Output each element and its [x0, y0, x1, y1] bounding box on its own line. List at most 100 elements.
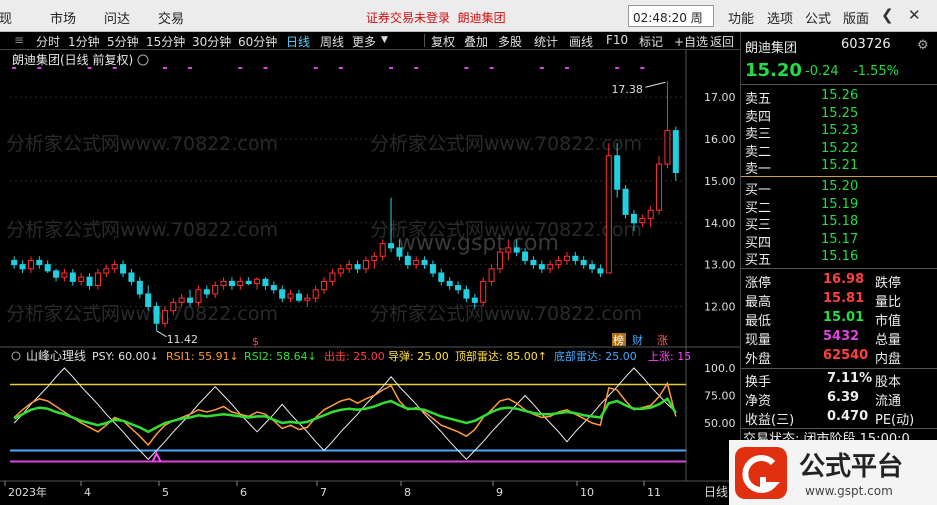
tool-draw[interactable]: 画线	[569, 33, 593, 50]
price-tick-label: 13.00	[704, 259, 736, 272]
candle-body	[496, 251, 503, 270]
menu-options[interactable]: 选项	[767, 8, 793, 27]
tool-back[interactable]: 返回	[710, 33, 734, 50]
menu-market[interactable]: 市场	[50, 8, 76, 27]
low-label: 11.42	[167, 333, 199, 346]
candle-body	[203, 289, 210, 295]
period-1min[interactable]: 1分钟	[68, 33, 100, 50]
tool-stats[interactable]: 统计	[534, 33, 558, 50]
tool-add-watch[interactable]: +自选	[674, 33, 708, 50]
candle-body	[312, 289, 319, 299]
gear-icon[interactable]: ⚙	[917, 38, 929, 53]
login-notice[interactable]: 证券交易未登录 朗迪集团	[366, 9, 506, 26]
indicator-legend-item: 导弹: 25.00	[388, 349, 449, 363]
kline-chart[interactable]: 分析家公式网www.70822.com 分析家公式网www.70822.com分析…	[0, 50, 740, 505]
header-settings-icon[interactable]	[137, 54, 149, 66]
indicator-tick-label: 100.0	[704, 362, 736, 375]
month-label: 10	[580, 486, 594, 499]
period-fenshi[interactable]: 分时	[36, 33, 60, 50]
candle-body	[128, 272, 135, 282]
price-change: -0.24	[805, 64, 839, 79]
candle-body	[321, 280, 328, 291]
candle-body	[228, 280, 235, 287]
ask-label: 卖三	[745, 127, 772, 142]
back-arrow-icon[interactable]: ❮	[881, 6, 894, 24]
candle-body	[111, 264, 118, 270]
indicator-settings-icon	[11, 351, 21, 361]
menu-trade[interactable]: 交易	[158, 8, 184, 27]
candle-body	[513, 247, 520, 253]
tool-adjust[interactable]: 复权	[431, 33, 455, 50]
candle-body	[136, 280, 143, 295]
period-30min[interactable]: 30分钟	[192, 33, 231, 50]
candle-body	[664, 130, 671, 165]
signal-label-zhang: 涨	[657, 334, 668, 347]
up-signal-marker	[151, 451, 162, 462]
toolbar-divider	[424, 34, 425, 47]
candle-body	[61, 272, 68, 278]
candle-body	[11, 259, 18, 266]
candle-body	[597, 268, 604, 274]
bid-price: 15.19	[821, 196, 859, 212]
gspt-logo-mark	[735, 447, 787, 499]
stat-value: 0.470	[827, 409, 869, 424]
stat-label: 流通	[875, 394, 902, 409]
stat-value: 5432	[823, 329, 860, 344]
candle-body	[212, 285, 219, 295]
candle-body	[471, 297, 478, 303]
orderbook-divider	[741, 268, 937, 269]
tool-multi[interactable]: 多股	[498, 33, 522, 50]
ask-price: 15.23	[821, 123, 859, 138]
indicator-legend-item: RSI2: 58.64↓	[244, 350, 317, 363]
period-daily[interactable]: 日线	[286, 33, 310, 50]
menu-discover[interactable]: 发现	[0, 8, 12, 27]
candle-body	[647, 209, 654, 220]
more-dropdown-icon[interactable]: ▼	[381, 35, 388, 45]
candle-body	[262, 278, 269, 287]
candle-body	[379, 243, 386, 257]
stat-value: 15.01	[823, 310, 865, 325]
menu-function[interactable]: 功能	[728, 8, 754, 27]
candle-body	[413, 259, 420, 266]
price-tick-label: 15.00	[704, 175, 736, 188]
candle-body	[563, 255, 570, 261]
indicator-legend-item: 底部雷达: 25.00	[554, 349, 637, 363]
low-pointer	[156, 330, 167, 338]
stat-label: 总量	[875, 333, 902, 348]
axis-mode-label[interactable]: 日线	[704, 485, 728, 499]
period-5min[interactable]: 5分钟	[107, 33, 139, 50]
high-label: 17.38	[611, 83, 643, 96]
candle-body	[388, 243, 395, 249]
candle-body	[69, 272, 76, 282]
period-toolbar: ≡ 分时 1分钟 5分钟 15分钟 30分钟 60分钟 日线 周线 更多 ▼ 复…	[0, 32, 740, 50]
period-weekly[interactable]: 周线	[320, 33, 344, 50]
menu-wenda[interactable]: 问达	[104, 8, 130, 27]
quote-panel: 朗迪集团 603726 ⚙ 15.20 -0.24 -1.55% 卖五 15.26…	[729, 32, 937, 505]
signal-dot	[12, 67, 17, 69]
tool-overlay[interactable]: 叠加	[464, 33, 488, 50]
period-60min[interactable]: 60分钟	[238, 33, 277, 50]
watermark-text: 分析家公式网www.70822.com	[370, 133, 642, 155]
panel-divider	[741, 84, 937, 85]
candle-body	[153, 306, 160, 324]
candle-body	[530, 259, 537, 266]
collapse-icon[interactable]: ≡	[14, 33, 24, 47]
bid-price: 15.16	[821, 249, 859, 264]
period-more[interactable]: 更多	[352, 33, 376, 50]
candle-body	[429, 264, 436, 274]
ask-price: 15.22	[821, 140, 859, 156]
signal-dot	[112, 67, 117, 69]
signal-label-bang: 榜	[613, 333, 624, 347]
close-icon[interactable]: ✕	[908, 6, 921, 24]
tool-mark[interactable]: 标记	[639, 33, 663, 50]
candle-body	[19, 264, 26, 270]
period-15min[interactable]: 15分钟	[146, 33, 185, 50]
time-axis: 2023年 4 5 6 7 8 9 10 11	[4, 481, 661, 499]
menu-layout[interactable]: 版面	[843, 8, 869, 27]
logo-url: www.gspt.com	[805, 484, 893, 498]
ask-label: 卖五	[745, 92, 772, 107]
menu-formula[interactable]: 公式	[805, 8, 831, 27]
candle-body	[287, 293, 294, 299]
high-pointer	[645, 81, 666, 88]
tool-f10[interactable]: F10	[606, 33, 628, 47]
